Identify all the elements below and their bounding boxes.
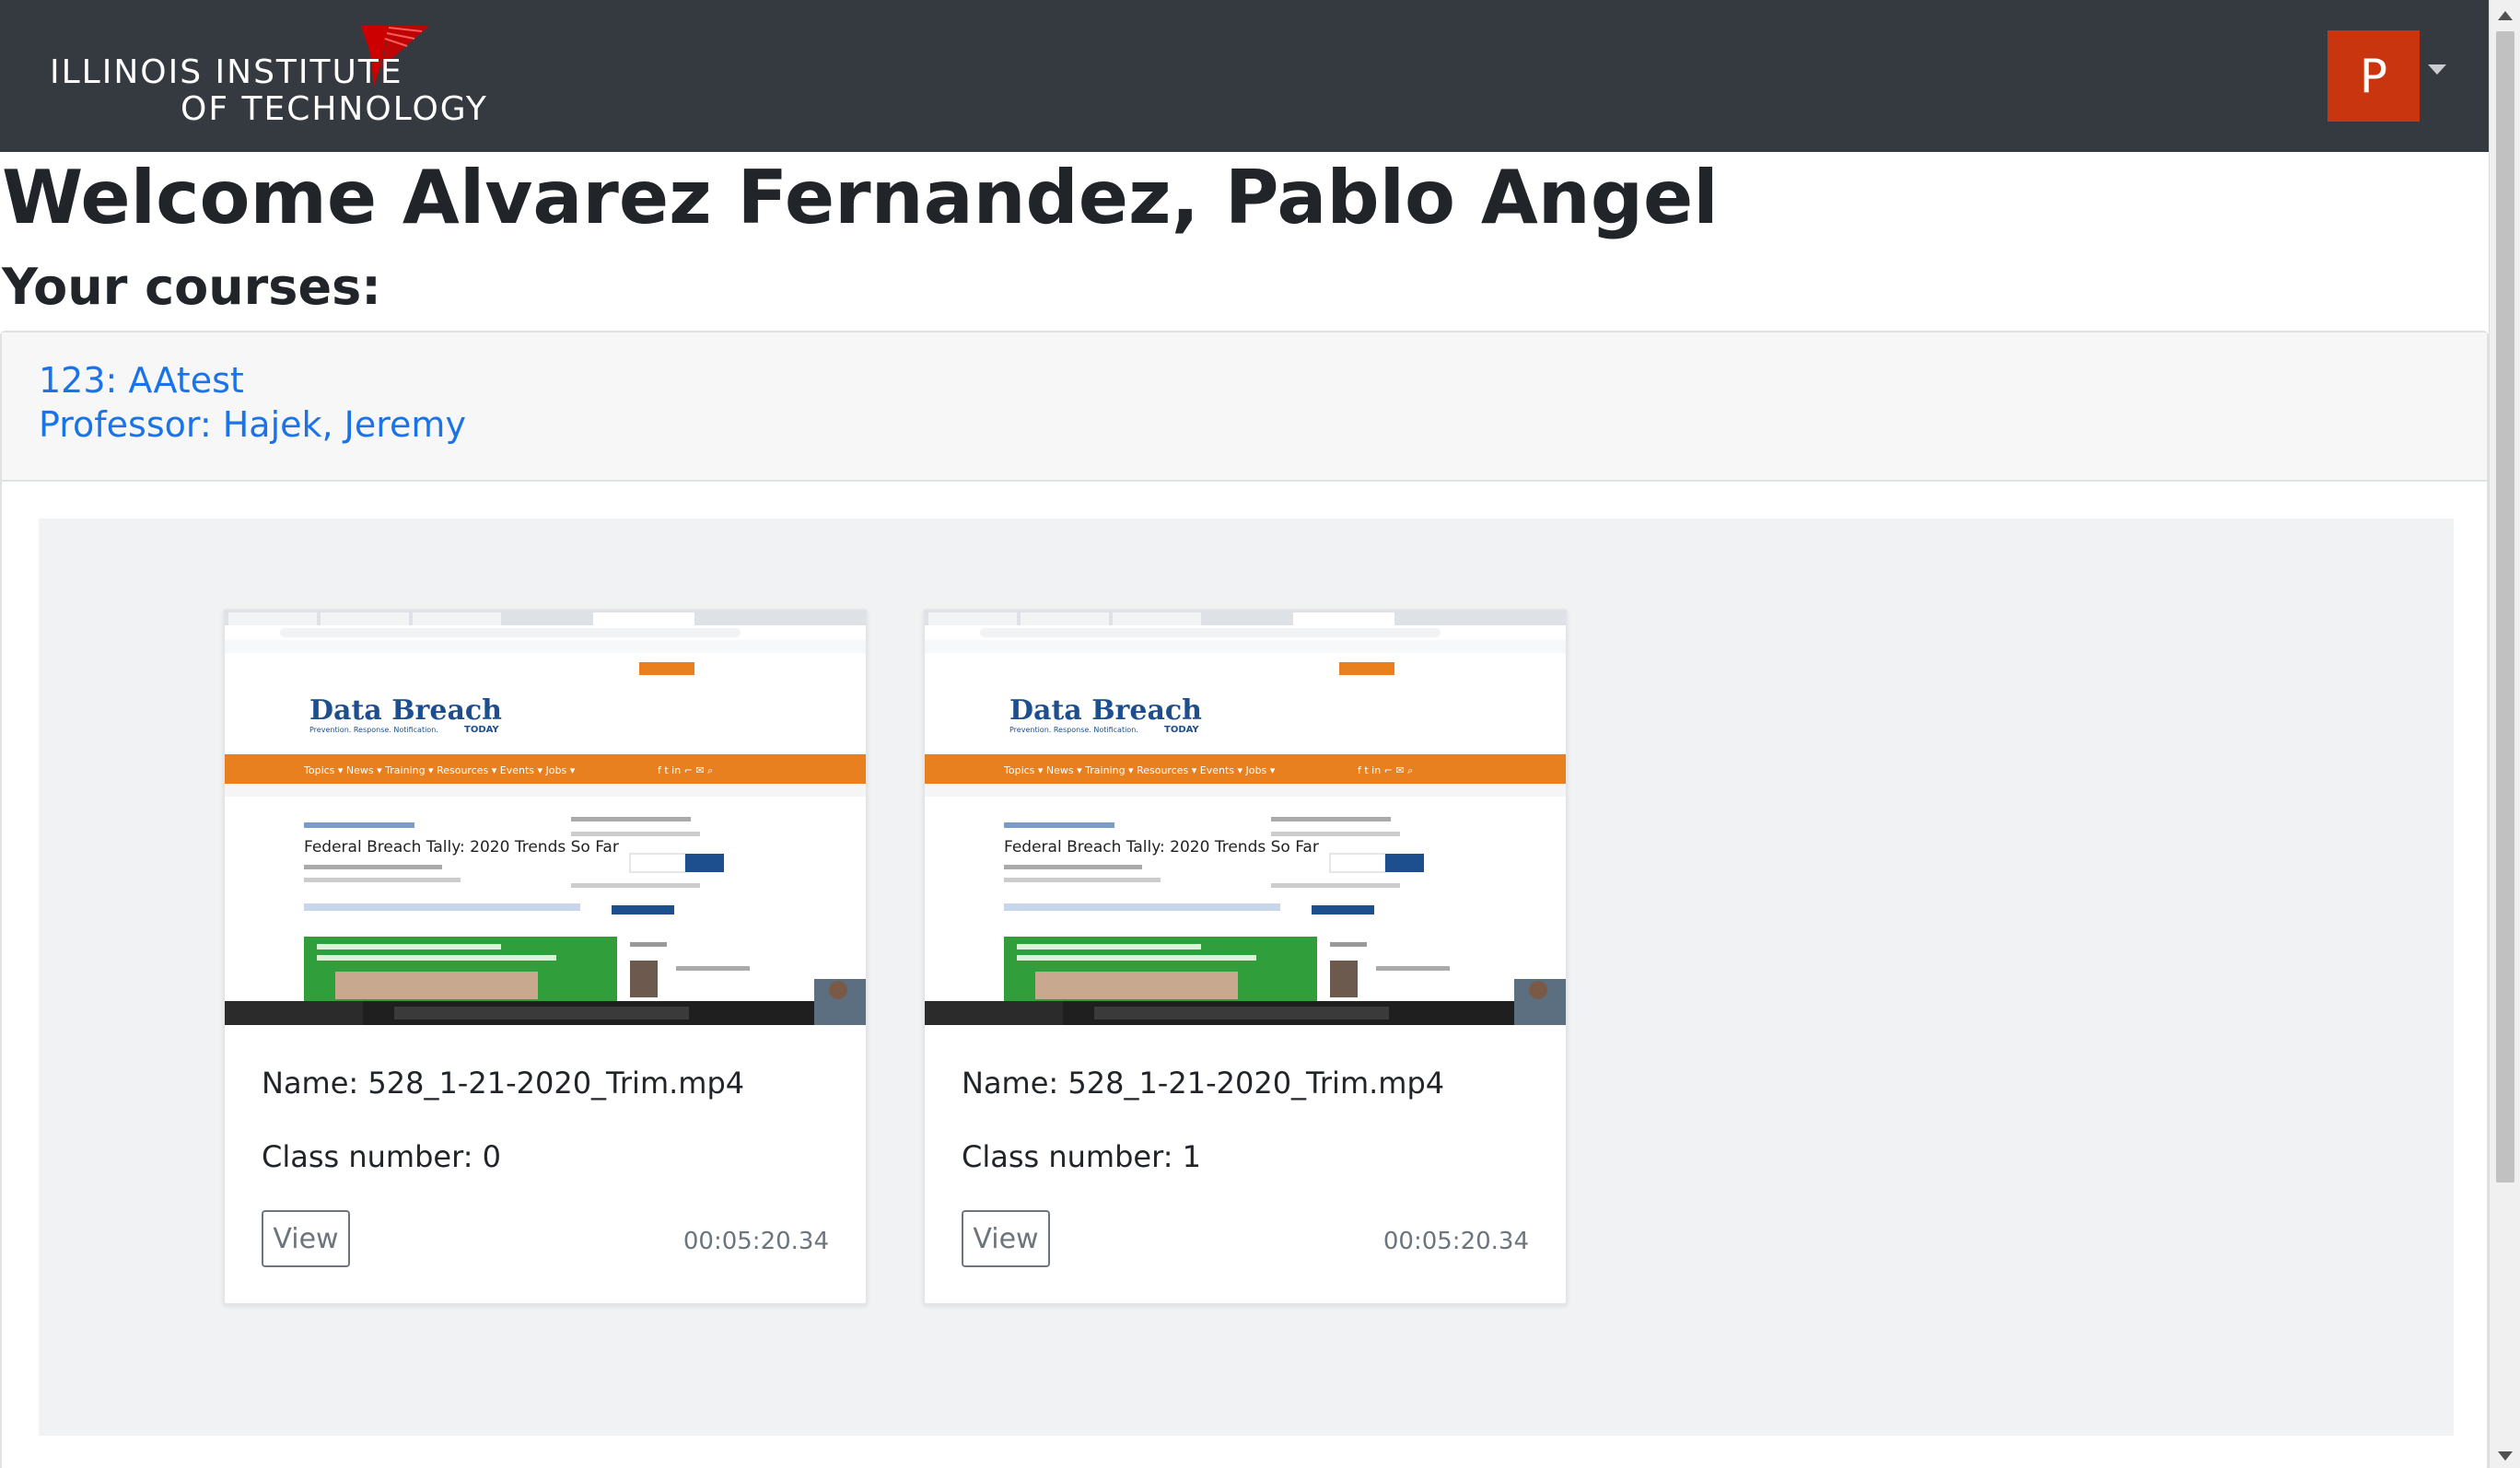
courses-heading: Your courses:: [2, 258, 381, 316]
svg-text:Data Breach: Data Breach: [309, 694, 502, 727]
welcome-heading: Welcome Alvarez Fernandez, Pablo Angel: [2, 155, 1719, 240]
thumbnail-screenshot-image: Data Breach Prevention. Response. Notifi…: [225, 611, 866, 1025]
class-number: Class number: 1: [962, 1139, 1201, 1174]
scroll-down-arrow-icon[interactable]: [2498, 1451, 2513, 1461]
video-name: Name: 528_1-21-2020_Trim.mp4: [962, 1066, 1445, 1101]
user-avatar-button[interactable]: P: [2328, 30, 2420, 122]
logo-text-line1: ILLINOIS INSTITUTE: [50, 53, 403, 91]
svg-text:Federal Breach Tally: 2020 Tre: Federal Breach Tally: 2020 Trends So Far: [1004, 838, 1319, 856]
caret-down-icon[interactable]: [2428, 64, 2446, 75]
page-scrollbar[interactable]: [2489, 0, 2520, 1468]
thumbnail-screenshot-image: Data Breach Prevention. Response. Notifi…: [925, 611, 1566, 1025]
video-thumbnail[interactable]: Data Breach Prevention. Response. Notifi…: [225, 611, 866, 1025]
iit-logo[interactable]: ILLINOIS INSTITUTE OF TECHNOLOGY: [48, 26, 490, 129]
svg-text:Federal Breach Tally: 2020 Tre: Federal Breach Tally: 2020 Trends So Far: [304, 838, 619, 856]
view-button[interactable]: View: [262, 1210, 350, 1267]
scrollbar-thumb[interactable]: [2496, 31, 2514, 1183]
page: ILLINOIS INSTITUTE OF TECHNOLOGY P Welco…: [0, 0, 2520, 1468]
logo-text-line2: OF TECHNOLOGY: [181, 90, 488, 128]
video-thumbnail[interactable]: Data Breach Prevention. Response. Notifi…: [925, 611, 1566, 1025]
scroll-up-arrow-icon[interactable]: [2498, 11, 2513, 20]
svg-text:Topics ▾ News ▾ Training ▾: Topics ▾ News ▾ Training ▾ Resources ▾ E…: [303, 764, 576, 776]
svg-text:Topics ▾ News ▾ Training ▾: Topics ▾ News ▾ Training ▾ Resources ▾ E…: [1003, 764, 1276, 776]
svg-text:Prevention. Response. Notifica: Prevention. Response. Notification.: [1009, 726, 1138, 734]
svg-text:Prevention. Response. Notifica: Prevention. Response. Notification.: [309, 726, 438, 734]
svg-text:Data Breach: Data Breach: [1009, 694, 1202, 727]
svg-text:f t in ⌐ ✉ ⌕: f t in ⌐ ✉ ⌕: [658, 764, 713, 776]
svg-text:TODAY: TODAY: [464, 725, 499, 735]
videos-container: Data Breach Prevention. Response. Notifi…: [39, 518, 2454, 1436]
course-card-header: 123: AAtest Professor: Hajek, Jeremy: [2, 332, 2487, 482]
video-card: Data Breach Prevention. Response. Notifi…: [223, 609, 868, 1305]
video-name: Name: 528_1-21-2020_Trim.mp4: [262, 1066, 745, 1101]
video-duration: 00:05:20.34: [1382, 1228, 1529, 1255]
course-professor-link[interactable]: Professor: Hajek, Jeremy: [39, 404, 466, 445]
class-number: Class number: 0: [262, 1139, 501, 1174]
course-card: 123: AAtest Professor: Hajek, Jeremy Dat…: [0, 331, 2489, 1468]
video-duration: 00:05:20.34: [682, 1228, 829, 1255]
svg-text:f t in ⌐ ✉ ⌕: f t in ⌐ ✉ ⌕: [1358, 764, 1413, 776]
video-card: Data Breach Prevention. Response. Notifi…: [923, 609, 1568, 1305]
view-button[interactable]: View: [962, 1210, 1050, 1267]
top-navbar: ILLINOIS INSTITUTE OF TECHNOLOGY P: [0, 0, 2520, 152]
course-title-link[interactable]: 123: AAtest: [39, 360, 244, 401]
svg-text:TODAY: TODAY: [1164, 725, 1199, 735]
